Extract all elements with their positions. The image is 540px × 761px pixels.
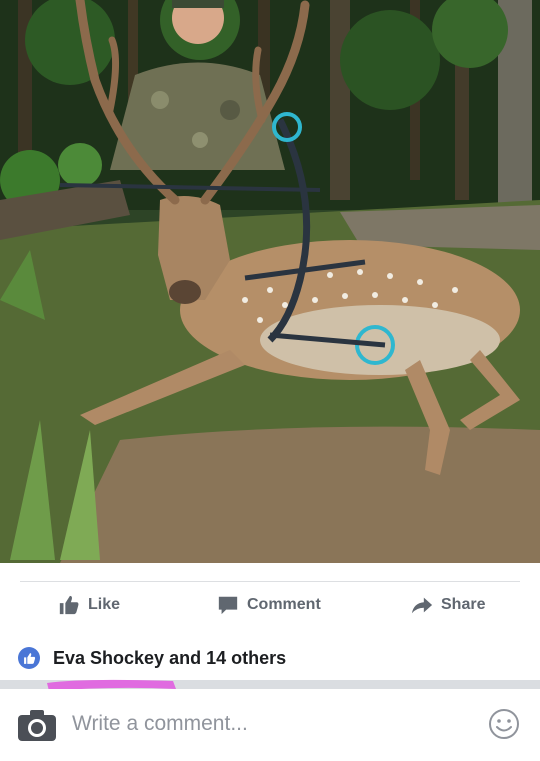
post-actions-bar: Like Comment Share [0,563,540,645]
comment-composer[interactable]: Write a comment... [0,689,540,761]
smiley-icon[interactable] [488,708,520,740]
speech-bubble-icon [218,596,238,615]
comment-button[interactable]: Comment [217,593,321,617]
comment-label: Comment [247,596,321,613]
like-button[interactable]: Like [58,593,120,617]
share-label: Share [441,596,486,613]
like-label: Like [88,596,121,613]
thumbs-up-icon [59,595,79,615]
post-photo[interactable] [0,0,540,563]
like-badge-icon [18,647,40,669]
hunting-photo-illustration [0,0,540,563]
share-button[interactable]: Share [411,593,485,617]
camera-icon[interactable] [17,708,57,742]
comment-input-placeholder[interactable]: Write a comment... [72,712,248,736]
reactions-label: Eva Shockey and 14 others [53,648,287,668]
share-arrow-icon [411,597,433,614]
actions-divider [20,581,520,582]
